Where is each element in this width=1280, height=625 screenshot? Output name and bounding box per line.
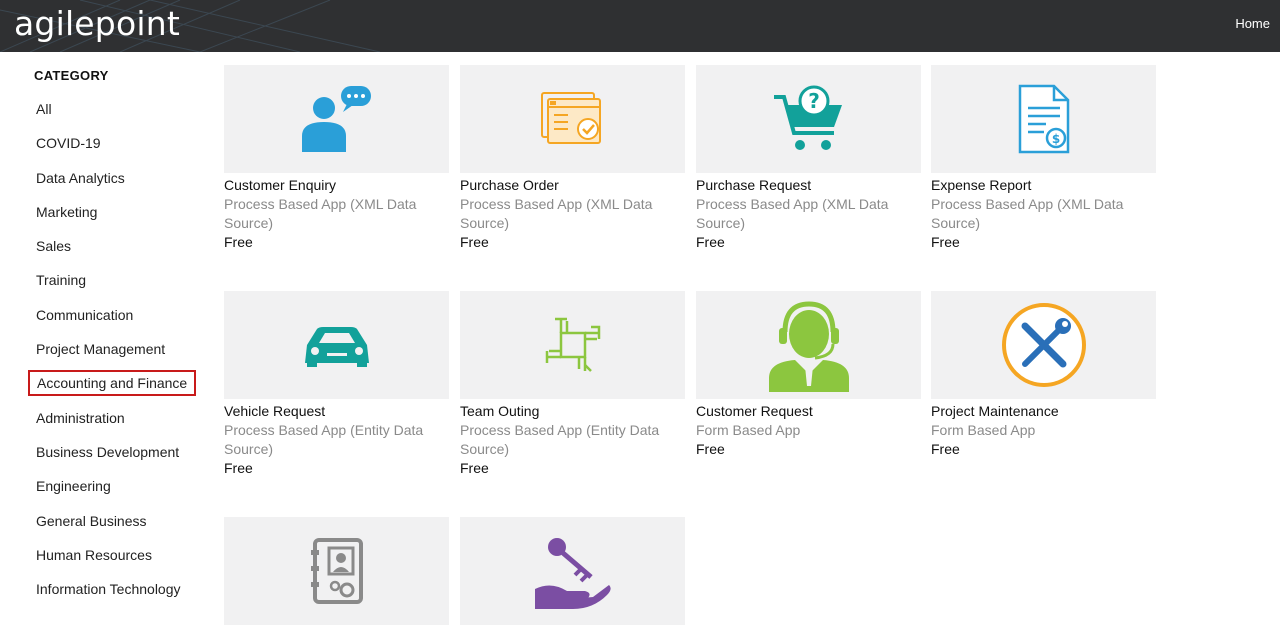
- category-project-management[interactable]: Project Management: [28, 336, 196, 362]
- app-price: Free: [931, 234, 960, 250]
- app-thumbnail[interactable]: [224, 291, 449, 399]
- app-thumbnail[interactable]: [931, 291, 1156, 399]
- purchase-order-icon: [540, 92, 601, 144]
- app-card-team-outing[interactable]: Team Outing Process Based App (Entity Da…: [460, 291, 685, 478]
- expense-document-icon: $: [1018, 84, 1069, 154]
- category-list: All COVID-19 Data Analytics Marketing Sa…: [28, 96, 197, 610]
- category-heading: CATEGORY: [34, 68, 109, 83]
- hand-key-icon: [534, 538, 611, 609]
- app-type: Process Based App (Entity Data Source): [224, 422, 424, 457]
- app-price: Free: [460, 460, 489, 476]
- app-title[interactable]: Customer Enquiry: [224, 176, 449, 195]
- app-title[interactable]: Team Outing: [460, 402, 685, 421]
- app-card-expense-report[interactable]: $ Expense Report Process Based App (XML …: [931, 65, 1156, 252]
- app-thumbnail[interactable]: [224, 65, 449, 173]
- svg-text:$: $: [1051, 132, 1059, 146]
- home-link[interactable]: Home: [1235, 16, 1270, 31]
- support-agent-icon: [768, 301, 849, 392]
- category-training[interactable]: Training: [28, 267, 196, 293]
- app-price: Free: [460, 234, 489, 250]
- app-thumbnail[interactable]: [460, 291, 685, 399]
- app-title[interactable]: Purchase Request: [696, 176, 921, 195]
- category-administration[interactable]: Administration: [28, 405, 196, 431]
- shopping-cart-question-icon: ?: [773, 85, 842, 150]
- app-price: Free: [696, 441, 725, 457]
- category-covid-19[interactable]: COVID-19: [28, 130, 196, 156]
- category-all[interactable]: All: [28, 96, 196, 122]
- category-sales[interactable]: Sales: [28, 233, 196, 259]
- app-card-hand-key[interactable]: [460, 517, 685, 625]
- app-type: Process Based App (XML Data Source): [696, 196, 889, 231]
- app-card-customer-request[interactable]: Customer Request Form Based App Free: [696, 291, 921, 459]
- category-data-analytics[interactable]: Data Analytics: [28, 165, 196, 191]
- category-marketing[interactable]: Marketing: [28, 199, 196, 225]
- app-thumbnail[interactable]: $: [931, 65, 1156, 173]
- app-thumbnail[interactable]: [696, 291, 921, 399]
- category-general-business[interactable]: General Business: [28, 508, 196, 534]
- app-type: Process Based App (XML Data Source): [460, 196, 653, 231]
- app-card-vehicle-request[interactable]: Vehicle Request Process Based App (Entit…: [224, 291, 449, 478]
- svg-text:?: ?: [808, 89, 820, 113]
- app-card-purchase-order[interactable]: Purchase Order Process Based App (XML Da…: [460, 65, 685, 252]
- car-icon: [304, 327, 369, 367]
- category-business-development[interactable]: Business Development: [28, 439, 196, 465]
- app-type: Process Based App (XML Data Source): [931, 196, 1124, 231]
- app-type: Form Based App: [696, 422, 801, 438]
- category-engineering[interactable]: Engineering: [28, 473, 196, 499]
- app-title[interactable]: Purchase Order: [460, 176, 685, 195]
- category-information-technology[interactable]: Information Technology: [28, 576, 196, 602]
- contact-book-gear-icon: [310, 538, 363, 604]
- app-thumbnail[interactable]: [460, 65, 685, 173]
- top-navbar: agilepoint Home: [0, 0, 1280, 52]
- app-card-customer-enquiry[interactable]: Customer Enquiry Process Based App (XML …: [224, 65, 449, 252]
- app-title[interactable]: Vehicle Request: [224, 402, 449, 421]
- app-card-purchase-request[interactable]: ? Purchase Request Process Based App (XM…: [696, 65, 921, 252]
- app-type: Process Based App (Entity Data Source): [460, 422, 660, 457]
- app-title[interactable]: Expense Report: [931, 176, 1156, 195]
- agilepoint-logo[interactable]: agilepoint: [14, 2, 180, 46]
- app-price: Free: [696, 234, 725, 250]
- tools-icon: [1001, 303, 1086, 387]
- app-title[interactable]: Project Maintenance: [931, 402, 1156, 421]
- category-communication[interactable]: Communication: [28, 302, 196, 328]
- app-price: Free: [224, 460, 253, 476]
- app-price: Free: [224, 234, 253, 250]
- app-type: Process Based App (XML Data Source): [224, 196, 417, 231]
- app-thumbnail[interactable]: ?: [696, 65, 921, 173]
- app-price: Free: [931, 441, 960, 457]
- app-thumbnail[interactable]: [460, 517, 685, 625]
- category-accounting-and-finance[interactable]: Accounting and Finance: [28, 370, 197, 397]
- app-title[interactable]: Customer Request: [696, 402, 921, 421]
- app-thumbnail[interactable]: [224, 517, 449, 625]
- team-hands-icon: [545, 317, 600, 372]
- app-card-project-maintenance[interactable]: Project Maintenance Form Based App Free: [931, 291, 1156, 459]
- category-human-resources[interactable]: Human Resources: [28, 542, 196, 568]
- app-type: Form Based App: [931, 422, 1036, 438]
- customer-chat-icon: [301, 86, 371, 152]
- app-card-contact-directory[interactable]: [224, 517, 449, 625]
